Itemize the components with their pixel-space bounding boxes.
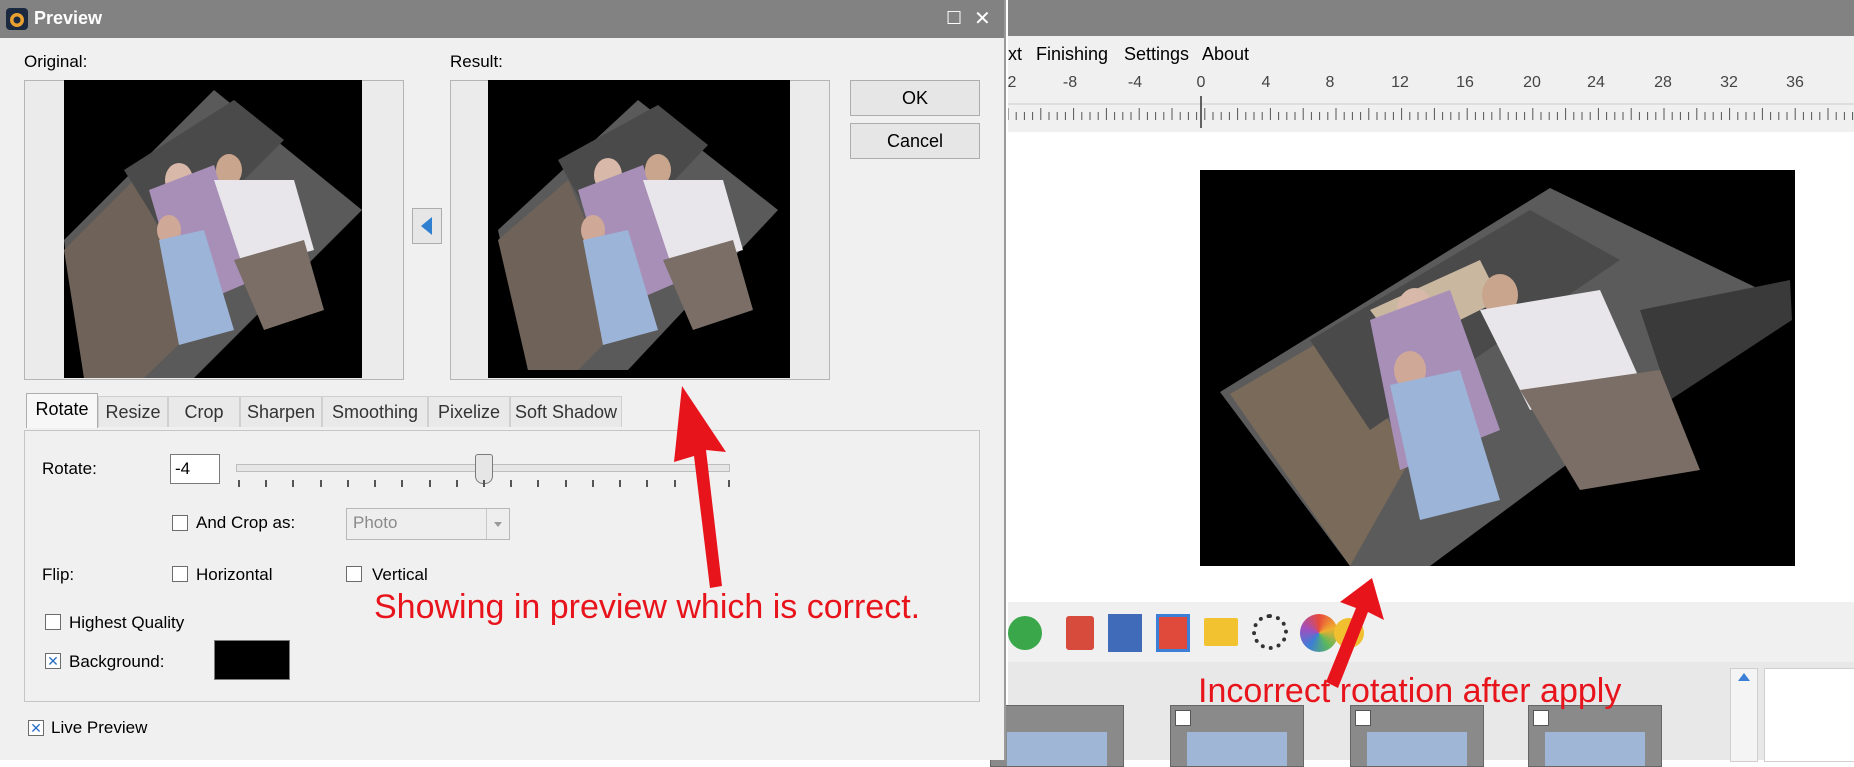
preview-correct-annotation: Showing in preview which is correct.: [374, 588, 921, 626]
arrow-to-result-preview: [674, 386, 726, 588]
incorrect-rotation-annotation: Incorrect rotation after apply: [1198, 672, 1622, 710]
annotation-arrows: [674, 386, 1384, 688]
